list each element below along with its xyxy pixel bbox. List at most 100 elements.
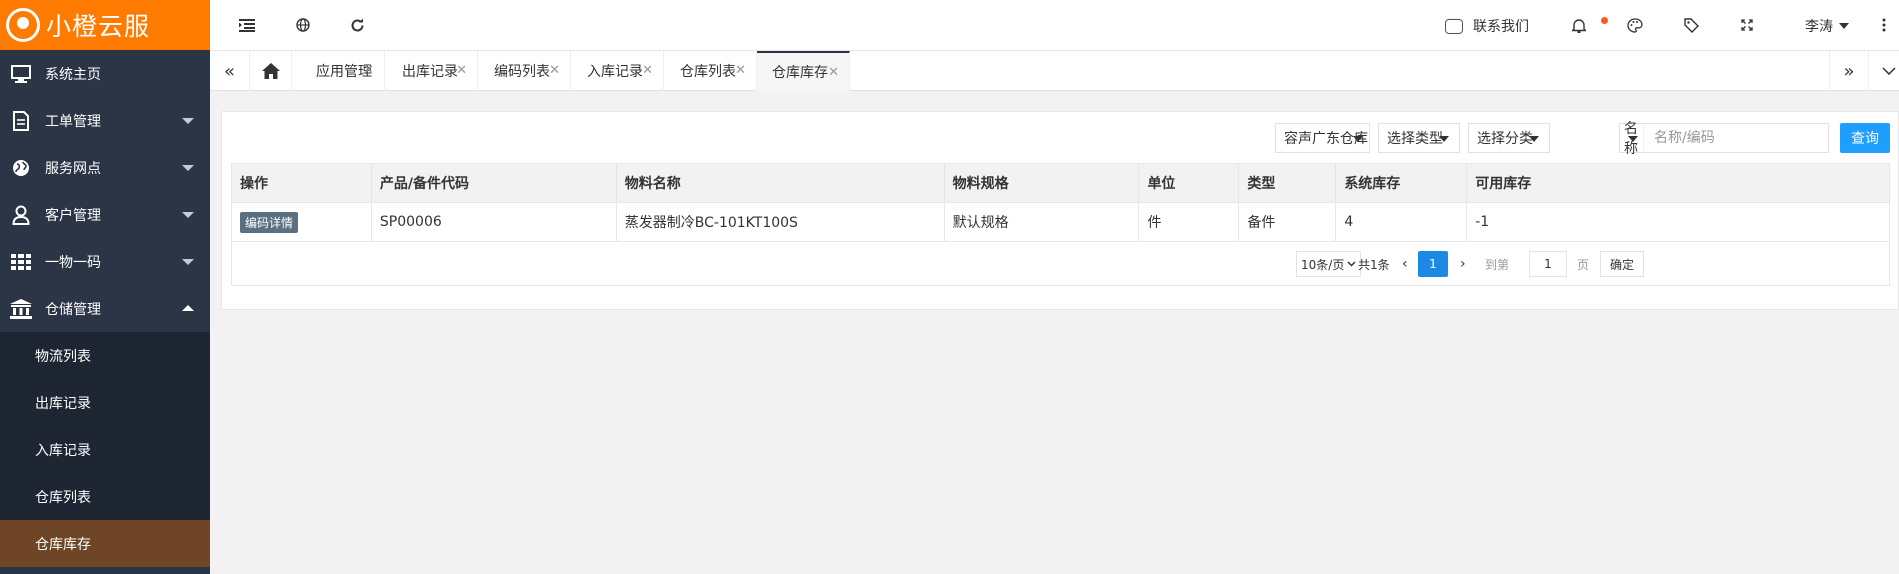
tab-warehouse-stock[interactable]: 仓库库存 ✕: [757, 51, 850, 91]
type-select[interactable]: 选择类型: [1378, 123, 1460, 153]
submenu-item-warehouse-stock[interactable]: 仓库库存: [0, 520, 210, 567]
close-icon[interactable]: ✕: [735, 63, 746, 78]
close-icon[interactable]: ✕: [549, 63, 560, 78]
tab-warehouse-list[interactable]: 仓库列表 ✕: [664, 51, 757, 91]
search-type-select[interactable]: 名称: [1620, 121, 1644, 157]
material-name-cell: 蒸发器制冷BC-101KT100S: [615, 202, 945, 242]
column-header: 单位: [1138, 163, 1240, 203]
spec-cell: 默认规格: [943, 202, 1140, 242]
pagination: 10条/页 共1条 ‹ 1 › 到第 1 页 确定: [231, 242, 1890, 286]
bell-icon[interactable]: [1570, 16, 1588, 34]
page-size-select[interactable]: 10条/页: [1296, 251, 1362, 277]
chevron-down-icon: [182, 259, 194, 265]
caret-down-icon: [1439, 136, 1449, 142]
user-name: 李涛: [1805, 19, 1833, 35]
total-count: 共1条: [1358, 257, 1390, 272]
system-stock-cell: 4: [1335, 202, 1468, 242]
sidebar-item-label: 系统主页: [45, 66, 101, 83]
caret-down-icon: [1353, 136, 1363, 142]
sidebar-item-service-outlets[interactable]: 服务网点: [0, 144, 210, 191]
tabs-scroll-right-button[interactable]: »: [1829, 51, 1869, 91]
caret-down-icon: [1628, 136, 1638, 142]
palette-icon[interactable]: [1626, 16, 1644, 34]
sidebar-item-customers[interactable]: 客户管理: [0, 191, 210, 238]
home-icon: [261, 63, 280, 79]
type-select-value: 选择类型: [1387, 131, 1443, 147]
contact-label: 联系我们: [1473, 19, 1529, 35]
prev-page-button[interactable]: ‹: [1402, 251, 1408, 277]
page-size-value: 10条/页: [1301, 257, 1345, 272]
sidebar-item-label: 工单管理: [45, 113, 101, 130]
grid-icon: [10, 252, 32, 272]
tab-app-management[interactable]: 应用管理 ✕: [292, 51, 385, 91]
submenu-item-warehouse-list[interactable]: 仓库列表: [0, 473, 210, 520]
goto-label: 到第: [1485, 257, 1510, 272]
next-page-button[interactable]: ›: [1460, 251, 1466, 277]
sidebar-item-label: 一物一码: [45, 254, 101, 271]
logo-icon: [6, 8, 40, 42]
chevron-down-icon: [182, 165, 194, 171]
sidebar-item-label: 服务网点: [45, 160, 101, 177]
sidebar: 小橙云服 系统主页 工单管理 服务网点 客户管理 一物一码 仓储管理 物流列表 …: [0, 0, 210, 574]
tab-label: 仓库库存: [772, 65, 828, 81]
close-icon[interactable]: ✕: [828, 65, 839, 80]
sidebar-item-label: 客户管理: [45, 207, 101, 224]
search-group: 名称: [1619, 121, 1829, 157]
tab-home[interactable]: [250, 51, 292, 91]
tabs-dropdown-button[interactable]: [1869, 51, 1899, 91]
chat-icon: [1445, 15, 1463, 34]
tab-outbound-records[interactable]: 出库记录 ✕: [385, 51, 478, 91]
column-header: 产品/备件代码: [370, 163, 617, 203]
warehouse-select[interactable]: 容声广东仓库: [1275, 123, 1370, 153]
more-vertical-icon[interactable]: [1875, 16, 1893, 34]
goto-confirm-button[interactable]: 确定: [1600, 251, 1645, 277]
sidebar-item-work-orders[interactable]: 工单管理: [0, 97, 210, 144]
action-cell: 编码详情: [231, 202, 372, 242]
code-detail-button[interactable]: 编码详情: [240, 211, 299, 233]
goto-page-input[interactable]: 1: [1529, 251, 1567, 277]
sidebar-item-warehouse[interactable]: 仓储管理: [0, 285, 210, 332]
bank-icon: [10, 298, 32, 319]
current-page[interactable]: 1: [1418, 251, 1448, 277]
caret-down-icon: [1839, 23, 1849, 29]
menu-toggle-icon[interactable]: [238, 16, 256, 34]
submenu-item-logistics-list[interactable]: 物流列表: [0, 332, 210, 379]
user-icon: [10, 205, 32, 225]
tab-inbound-records[interactable]: 入库记录 ✕: [571, 51, 664, 91]
chevron-up-icon: [182, 305, 194, 311]
column-header: 物料规格: [943, 163, 1140, 203]
logo[interactable]: 小橙云服: [0, 0, 210, 50]
column-header: 操作: [231, 163, 372, 203]
table-row: 编码详情 SP00006 蒸发器制冷BC-101KT100S 默认规格 件 备件…: [231, 202, 1890, 242]
query-button[interactable]: 查询: [1840, 123, 1890, 153]
top-bar: 联系我们 李涛: [210, 0, 1899, 51]
search-input[interactable]: [1644, 124, 1828, 152]
tab-code-list[interactable]: 编码列表 ✕: [478, 51, 571, 91]
chevron-down-icon: [182, 118, 194, 124]
refresh-icon[interactable]: [348, 16, 366, 34]
chevron-down-icon: [182, 212, 194, 218]
contact-us-link[interactable]: 联系我们: [1445, 15, 1529, 36]
category-select[interactable]: 选择分类: [1468, 123, 1550, 153]
tab-label: 出库记录: [402, 64, 458, 80]
fullscreen-icon[interactable]: [1738, 16, 1756, 34]
close-icon[interactable]: ✕: [642, 63, 653, 78]
stock-panel: 容声广东仓库 选择类型 选择分类 名称 查询 操作 产品/备件代码 物料名称 物…: [221, 111, 1899, 310]
document-icon: [10, 110, 32, 131]
globe-icon: [10, 158, 32, 178]
submenu-item-outbound-records[interactable]: 出库记录: [0, 379, 210, 426]
globe-icon[interactable]: [294, 16, 312, 34]
tag-icon[interactable]: [1682, 16, 1700, 34]
close-icon[interactable]: ✕: [363, 63, 374, 78]
sidebar-menu: 系统主页 工单管理 服务网点 客户管理 一物一码 仓储管理: [0, 50, 210, 332]
tabs-scroll-left-button[interactable]: «: [210, 51, 250, 91]
column-header: 物料名称: [615, 163, 945, 203]
close-icon[interactable]: ✕: [456, 63, 467, 78]
column-header: 系统库存: [1335, 163, 1468, 203]
notification-dot: [1601, 17, 1608, 24]
column-header: 类型: [1238, 163, 1337, 203]
user-menu[interactable]: 李涛: [1805, 16, 1849, 36]
submenu-item-inbound-records[interactable]: 入库记录: [0, 426, 210, 473]
sidebar-item-home[interactable]: 系统主页: [0, 50, 210, 97]
sidebar-item-one-item-one-code[interactable]: 一物一码: [0, 238, 210, 285]
